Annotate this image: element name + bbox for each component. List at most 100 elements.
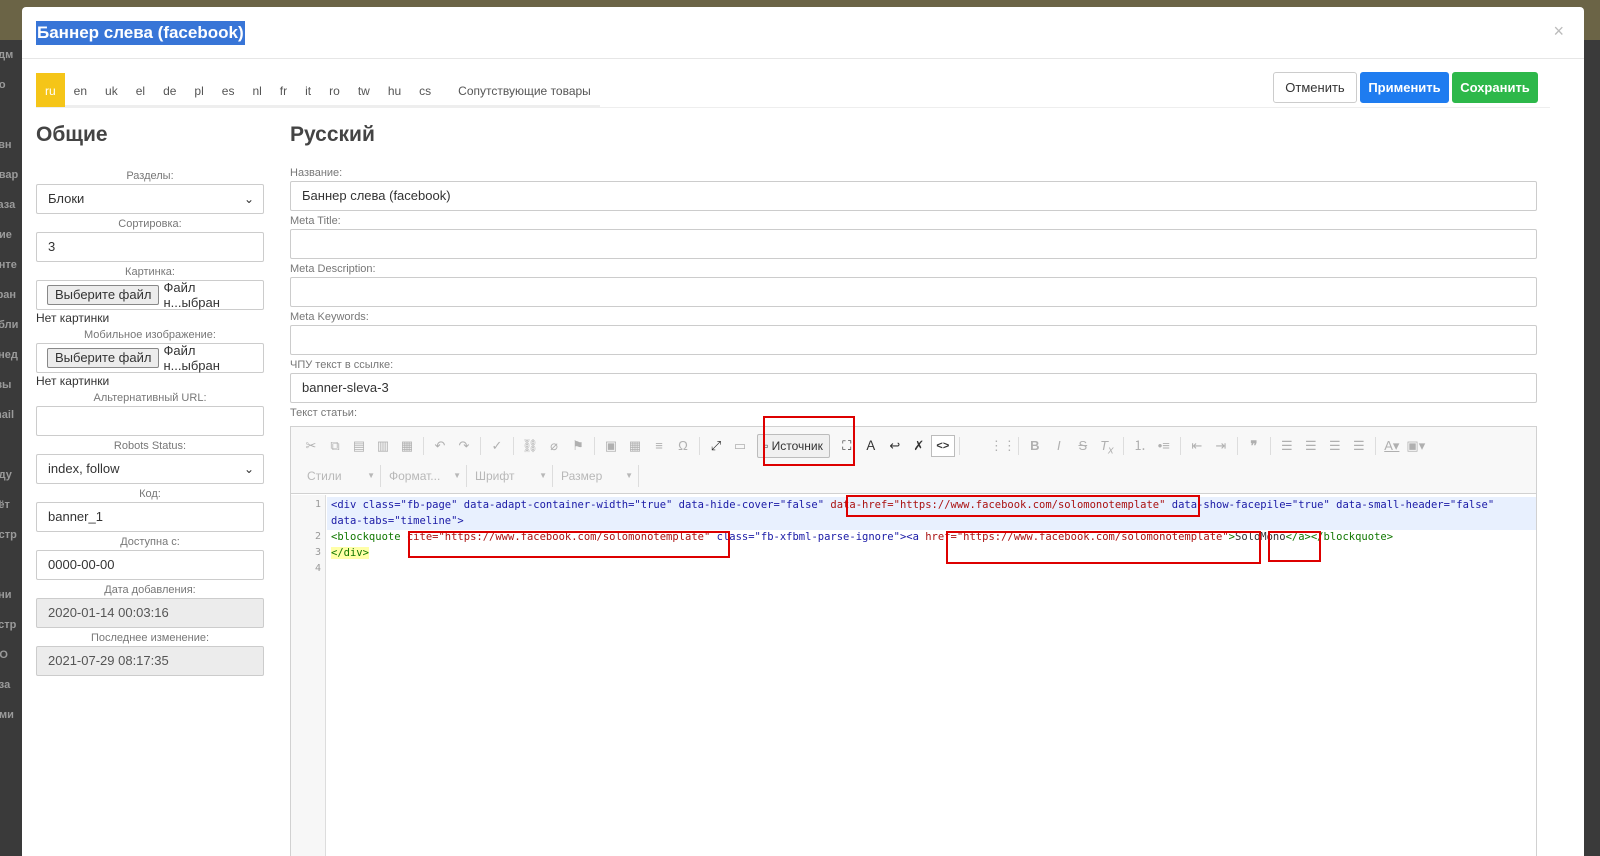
combo-styles[interactable]: Стили ▼: [299, 465, 381, 487]
undo-format-icon[interactable]: ↩: [883, 435, 907, 457]
line-number: 3: [314, 547, 321, 558]
image-icon[interactable]: ▣: [599, 435, 623, 457]
align-right-icon[interactable]: ☰: [1323, 435, 1347, 457]
no-image-note: Нет картинки: [36, 311, 110, 325]
combo-size[interactable]: Размер ▼: [553, 465, 639, 487]
bold-icon[interactable]: B: [1023, 435, 1047, 457]
sort-input[interactable]: 3: [36, 232, 264, 262]
meta-keywords-input[interactable]: [290, 325, 1537, 355]
sidebar-fragment: енед: [0, 349, 18, 361]
tab-es[interactable]: es: [212, 73, 244, 107]
numbered-list-icon[interactable]: ⒈: [1128, 435, 1152, 457]
tab-en[interactable]: en: [64, 73, 97, 107]
text-color-icon[interactable]: A▾: [1380, 435, 1404, 457]
clear-format-icon[interactable]: Tx: [1095, 435, 1119, 457]
unlink-icon[interactable]: ⌀: [542, 435, 566, 457]
general-title: Общие: [36, 123, 108, 146]
tab-nl[interactable]: nl: [243, 73, 271, 107]
indent-icon[interactable]: ⇥: [1209, 435, 1233, 457]
spellcheck-icon[interactable]: ✓: [485, 435, 509, 457]
italic-icon[interactable]: I: [1047, 435, 1071, 457]
sidebar-fragment: иза: [0, 679, 11, 691]
combo-label: Формат...: [389, 469, 441, 483]
toolbar-separator: [1179, 437, 1181, 455]
no-mobile-image-note: Нет картинки: [36, 374, 110, 388]
align-left-icon[interactable]: ☰: [1275, 435, 1299, 457]
tab-uk[interactable]: uk: [96, 73, 127, 107]
table-icon[interactable]: ▦: [623, 435, 647, 457]
alt-url-input[interactable]: [36, 406, 264, 436]
redo-icon[interactable]: ↷: [452, 435, 476, 457]
anchor-flag-icon[interactable]: ⚑: [566, 435, 590, 457]
tab-tw[interactable]: tw: [348, 73, 379, 107]
available-label: Доступна с:: [120, 536, 180, 548]
available-date-input[interactable]: 0000-00-00: [36, 550, 264, 580]
highlight-href: [946, 531, 1261, 564]
robots-value: index, follow: [48, 461, 120, 476]
sidebar-fragment: гран: [0, 289, 17, 301]
copy-icon[interactable]: ⧉: [323, 435, 347, 457]
meta-title-input[interactable]: [290, 229, 1537, 259]
chevron-down-icon: ⌄: [243, 462, 254, 476]
toolbar-separator: [1269, 437, 1271, 455]
chevron-down-icon: ⌄: [243, 192, 254, 206]
meta-description-textarea[interactable]: [290, 277, 1537, 307]
russian-title: Русский: [290, 123, 375, 146]
modified-date-field: 2021-07-29 08:17:35: [36, 646, 264, 676]
paste-icon[interactable]: ▤: [347, 435, 371, 457]
choose-image-button[interactable]: Выберите файл: [47, 285, 160, 305]
maximize-icon[interactable]: ⤢: [704, 435, 728, 457]
horizontal-line-icon[interactable]: ≡: [647, 435, 671, 457]
tab-fr[interactable]: fr: [270, 73, 297, 107]
tab-ro[interactable]: ro: [320, 73, 349, 107]
close-icon[interactable]: ×: [1553, 21, 1564, 42]
special-char-omega-icon[interactable]: Ω: [671, 435, 695, 457]
align-center-icon[interactable]: ☰: [1299, 435, 1323, 457]
combo-font[interactable]: Шрифт ▼: [467, 465, 553, 487]
show-blocks-icon[interactable]: ▭: [728, 435, 752, 457]
slug-input[interactable]: banner-sleva-3: [290, 373, 1537, 403]
background-color-icon[interactable]: ▣▾: [1404, 435, 1428, 457]
line-number: 4: [314, 563, 321, 574]
tab-cs[interactable]: cs: [410, 73, 441, 107]
tab-hu[interactable]: hu: [378, 73, 411, 107]
code-view-toggle[interactable]: <>: [930, 435, 955, 457]
mobile-image-label: Мобильное изображение:: [84, 329, 216, 341]
undo-icon[interactable]: ↶: [428, 435, 452, 457]
sidebar-fragment: EO: [0, 649, 8, 661]
grid-icon[interactable]: ⋮⋮: [990, 435, 1016, 457]
paste-text-icon[interactable]: ▥: [371, 435, 395, 457]
select-all-icon[interactable]: Ａ: [859, 435, 883, 457]
sidebar-fragment: астр: [0, 619, 17, 631]
code-input[interactable]: banner_1: [36, 502, 264, 532]
align-justify-icon[interactable]: ☰: [1347, 435, 1371, 457]
strikethrough-icon[interactable]: S: [1071, 435, 1095, 457]
cut-icon[interactable]: ✂: [299, 435, 323, 457]
combo-label: Шрифт: [475, 469, 515, 483]
tab-related-products[interactable]: Сопутствующие товары: [440, 73, 600, 107]
tab-el[interactable]: el: [126, 73, 155, 107]
choose-mobile-image-button[interactable]: Выберите файл: [47, 348, 160, 368]
rich-text-editor: ✂ ⧉ ▤ ▥ ▦ ↶ ↷ ✓ ⛓ ⌀ ⚑ ▣ ▦ ≡ Ω ⤢ ▭ ▫ Исто…: [290, 426, 1537, 856]
tab-pl[interactable]: pl: [185, 73, 213, 107]
outdent-icon[interactable]: ⇤: [1185, 435, 1209, 457]
blockquote-icon[interactable]: ❞: [1242, 435, 1266, 457]
combo-format[interactable]: Формат... ▼: [381, 465, 467, 487]
robots-select[interactable]: index, follow ⌄: [36, 454, 264, 484]
article-text-label: Текст статьи:: [290, 407, 358, 419]
tab-ru[interactable]: ru: [36, 73, 65, 107]
tab-de[interactable]: de: [154, 73, 186, 107]
toolbar-separator: [480, 437, 481, 455]
bulleted-list-icon[interactable]: •≡: [1152, 435, 1176, 457]
tab-it[interactable]: it: [296, 73, 321, 107]
sidebar-fragment: дми: [0, 709, 14, 721]
sections-select[interactable]: Блоки ⌄: [36, 184, 264, 214]
name-input[interactable]: Баннер слева (facebook): [290, 181, 1537, 211]
save-button[interactable]: Сохранить: [1452, 72, 1538, 103]
cancel-button[interactable]: Отменить: [1273, 72, 1357, 103]
paste-word-icon[interactable]: ▦: [395, 435, 419, 457]
apply-button[interactable]: Применить: [1360, 72, 1449, 103]
link-icon[interactable]: ⛓: [518, 435, 542, 457]
remove-format-icon[interactable]: ✗: [907, 435, 931, 457]
sidebar-fragment: [0, 550, 22, 580]
